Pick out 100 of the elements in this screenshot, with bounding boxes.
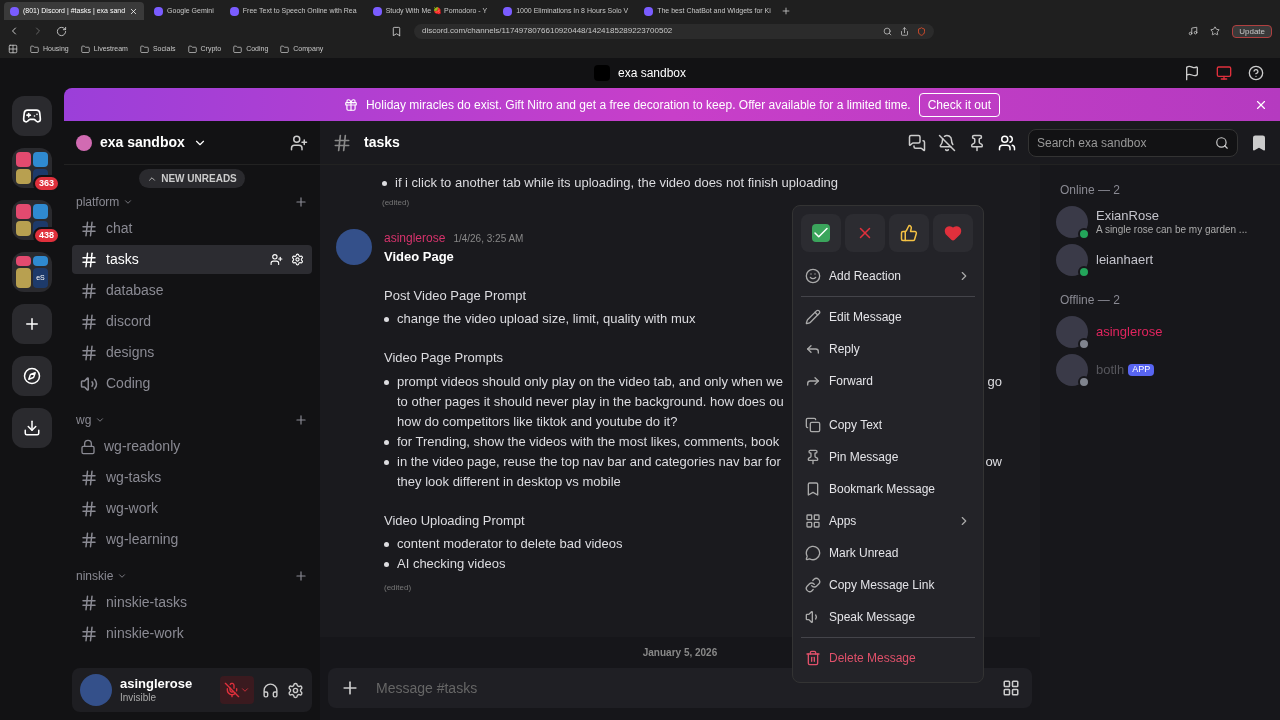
server-icon (33, 152, 48, 167)
menu-item[interactable]: Reply (801, 333, 975, 365)
hash-icon (80, 624, 98, 643)
menu-item[interactable]: Edit Message (801, 301, 975, 333)
menu-item[interactable]: Apps (801, 505, 975, 537)
search-icon[interactable] (883, 26, 892, 36)
apps-icon (805, 513, 821, 529)
add-channel-icon[interactable] (294, 195, 308, 209)
new-unreads-pill[interactable]: NEW UNREADS (139, 169, 245, 188)
message-text: if i click to another tab while its uploading, the video does not finish uploading (395, 174, 838, 192)
channel-item[interactable]: Coding (72, 369, 312, 398)
muted-bell-icon[interactable] (938, 133, 956, 152)
menu-item[interactable]: Pin Message (801, 441, 975, 473)
menu-item[interactable]: Speak Message (801, 601, 975, 633)
speaker-icon (80, 374, 98, 393)
mic-toggle[interactable] (220, 676, 254, 704)
channel-item[interactable]: ninskie-tasks (72, 588, 312, 617)
member-item[interactable]: asinglerose (1056, 313, 1264, 351)
chevron-down-icon (117, 571, 128, 581)
plus-icon (23, 315, 41, 333)
channel-item[interactable]: wg-tasks (72, 463, 312, 492)
member-name: asinglerose (1096, 323, 1163, 341)
channel-item[interactable]: designs (72, 338, 312, 367)
author-name[interactable]: asinglerose (384, 229, 446, 247)
menu-item[interactable]: Mark Unread (801, 537, 975, 569)
edited-label: (edited) (384, 582, 412, 594)
menu-item[interactable]: Forward (801, 365, 975, 397)
channel-item[interactable]: discord (72, 307, 312, 336)
add-server-button[interactable] (12, 304, 52, 344)
share-icon[interactable] (900, 26, 909, 36)
discover-button[interactable] (12, 356, 52, 396)
update-button[interactable]: Update (1232, 24, 1272, 38)
channel-item[interactable]: wg-readonly (72, 432, 312, 461)
download-icon (23, 419, 41, 437)
channel-item[interactable]: database (72, 276, 312, 305)
folder-icon (139, 44, 149, 54)
check-it-out-button[interactable]: Check it out (918, 92, 1001, 117)
monitor-icon[interactable] (1216, 65, 1232, 81)
reaction-button[interactable] (889, 214, 929, 252)
members-icon[interactable] (998, 133, 1016, 152)
bullet-icon (384, 317, 389, 322)
bookmark-icon[interactable] (391, 25, 402, 37)
menu-item[interactable]: Copy Text (801, 409, 975, 441)
invite-icon[interactable] (270, 253, 283, 266)
server-icon (76, 134, 92, 151)
apps-icon[interactable] (1002, 679, 1020, 697)
member-name: leianhaert (1096, 251, 1154, 269)
close-icon[interactable] (129, 6, 139, 16)
hash-icon (80, 312, 98, 331)
channel-item[interactable]: wg-work (72, 494, 312, 523)
add-channel-icon[interactable] (294, 569, 308, 583)
category-name[interactable]: platform (76, 193, 120, 211)
add-channel-icon[interactable] (294, 413, 308, 427)
message-input[interactable]: Message #tasks (376, 677, 986, 699)
search-field[interactable]: Search exa sandbox (1028, 128, 1238, 157)
channel-item[interactable]: ninskie-work (72, 619, 312, 648)
download-button[interactable] (12, 408, 52, 448)
help-icon[interactable] (1248, 65, 1264, 81)
bullet-icon (384, 379, 389, 385)
bookmark-icon[interactable] (1250, 133, 1268, 152)
menu-item[interactable]: Copy Message Link (801, 569, 975, 601)
music-icon[interactable] (1188, 26, 1199, 36)
new-tab-icon[interactable] (780, 6, 791, 16)
member-item[interactable]: leianhaert (1056, 241, 1264, 279)
shield-icon[interactable] (917, 26, 926, 36)
category-name[interactable]: ninskie (76, 567, 114, 585)
search-input[interactable]: Search exa sandbox (1037, 133, 1215, 152)
reaction-button[interactable] (801, 214, 841, 252)
pin-icon[interactable] (968, 133, 986, 152)
channel-item[interactable]: tasks (72, 245, 312, 274)
home-button[interactable] (12, 96, 52, 136)
threads-icon[interactable] (908, 133, 926, 152)
message-title: Video Page (384, 248, 455, 266)
category-name[interactable]: wg (76, 411, 92, 429)
channel-item[interactable]: chat (72, 214, 312, 243)
server-name[interactable]: exa sandbox (100, 132, 185, 153)
channel-name: tasks (106, 250, 140, 269)
server-folder[interactable] (12, 200, 52, 240)
flag-icon[interactable] (1184, 65, 1200, 81)
trash-icon (805, 650, 821, 666)
invite-icon[interactable] (290, 133, 308, 152)
address-bar[interactable]: discord.com/channels/1174978076610920448/1424185289223700502 (414, 23, 934, 39)
channel-name: designs (106, 343, 156, 362)
server-icon (16, 169, 31, 184)
section-heading: Post Video Page Prompt (384, 286, 527, 305)
reload-icon[interactable] (56, 25, 67, 37)
channel-item[interactable]: wg-learning (72, 525, 312, 554)
username: asinglerose (120, 675, 194, 692)
headphones-icon[interactable] (262, 681, 279, 699)
menu-item[interactable]: Add Reaction (801, 260, 975, 292)
server-folder[interactable] (12, 148, 52, 188)
hash-icon (80, 593, 98, 612)
settings-icon[interactable] (287, 681, 304, 699)
server-icon (16, 221, 31, 236)
star-icon[interactable] (1210, 26, 1221, 36)
member-item[interactable]: botlh APP (1056, 351, 1264, 389)
menu-item[interactable]: Bookmark Message (801, 473, 975, 505)
member-avatar (1056, 244, 1088, 276)
member-item[interactable]: ExianRose A single rose can be my garden ... (1056, 203, 1264, 241)
apps-icon[interactable] (8, 44, 18, 54)
